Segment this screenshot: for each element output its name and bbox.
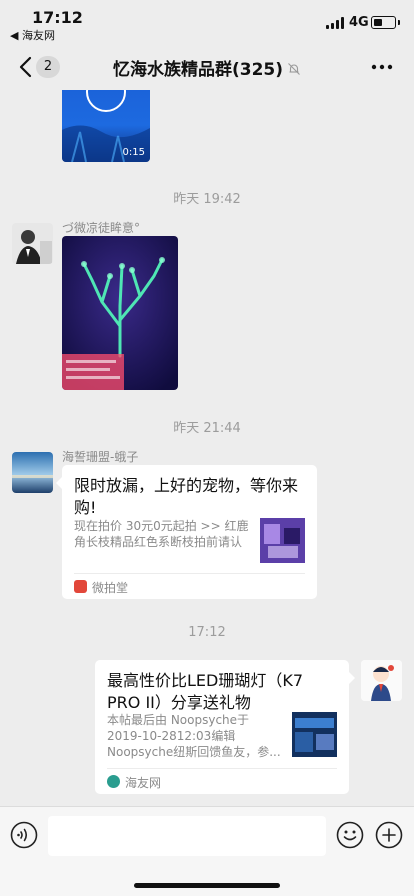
back-to-app-link[interactable]: ◀ 海友网 bbox=[10, 27, 55, 43]
card-description: 本帖最后由 Noopsyche于 2019-10-2812:03编辑 Noops… bbox=[107, 713, 281, 759]
voice-icon[interactable] bbox=[10, 821, 38, 849]
chat-title: 忆海水族精品群(325) bbox=[90, 55, 324, 80]
card-description: 现在拍价 30元0元起拍 >> 红鹿角长枝精品红色系断枝拍前请认真阅读以下内容拍… bbox=[74, 519, 249, 549]
signal-icon bbox=[326, 17, 344, 29]
chevron-left-icon[interactable] bbox=[16, 55, 36, 79]
video-duration: 0:15 bbox=[122, 147, 145, 158]
chat-title-text: 忆海水族精品群(325) bbox=[112, 60, 284, 80]
card-source: 海友网 bbox=[125, 776, 162, 790]
link-card[interactable]: 限时放漏，上好的宠物，等你来购! 现在拍价 30元0元起拍 >> 红鹿角长枝精品… bbox=[56, 465, 317, 599]
avatar[interactable] bbox=[12, 223, 53, 264]
battery-level bbox=[373, 18, 383, 26]
link-card[interactable]: 最高性价比LED珊瑚灯（K7 PRO II）分享送礼物 本帖最后由 Noopsy… bbox=[95, 660, 355, 794]
home-indicator[interactable] bbox=[134, 883, 280, 888]
timestamp: 昨天 19:42 bbox=[173, 192, 241, 207]
status-bar: 17:12 ◀ 海友网 4G bbox=[0, 0, 414, 46]
status-time: 17:12 bbox=[32, 8, 83, 27]
coral-photo bbox=[62, 236, 178, 390]
play-icon[interactable] bbox=[84, 90, 128, 114]
more-dots-icon[interactable] bbox=[370, 58, 394, 76]
bell-off-icon bbox=[288, 63, 300, 75]
emoji-icon[interactable] bbox=[336, 821, 364, 849]
weipaitang-icon bbox=[74, 580, 87, 593]
sender-name: づ微凉徒眸意° bbox=[62, 221, 141, 235]
video-message[interactable]: 0:15 bbox=[62, 90, 150, 162]
unread-count-badge[interactable]: 2 bbox=[36, 56, 60, 78]
message-input[interactable] bbox=[48, 816, 326, 856]
chat-nav-bar: 2 忆海水族精品群(325) bbox=[0, 46, 414, 90]
message-list[interactable]: 0:15 昨天 19:42 づ微凉徒眸意° 昨天 21:44 海誓珊盟-蛾子 限… bbox=[0, 90, 414, 806]
timestamp: 昨天 21:44 bbox=[173, 421, 241, 436]
card-thumbnail bbox=[292, 712, 337, 757]
card-title: 最高性价比LED珊瑚灯（K7 PRO II）分享送礼物 bbox=[107, 671, 304, 712]
timestamp: 17:12 bbox=[188, 625, 226, 640]
avatar[interactable] bbox=[12, 452, 53, 493]
card-source: 微拍堂 bbox=[92, 581, 129, 595]
card-title: 限时放漏，上好的宠物，等你来购! bbox=[74, 476, 299, 517]
sender-name: 海誓珊盟-蛾子 bbox=[62, 450, 139, 464]
battery-icon bbox=[371, 16, 400, 29]
image-message[interactable] bbox=[62, 236, 178, 390]
plus-icon[interactable] bbox=[375, 821, 403, 849]
card-thumbnail bbox=[260, 518, 305, 563]
network-type: 4G bbox=[349, 15, 369, 30]
haiyou-icon bbox=[107, 775, 120, 788]
my-avatar[interactable] bbox=[361, 660, 402, 701]
